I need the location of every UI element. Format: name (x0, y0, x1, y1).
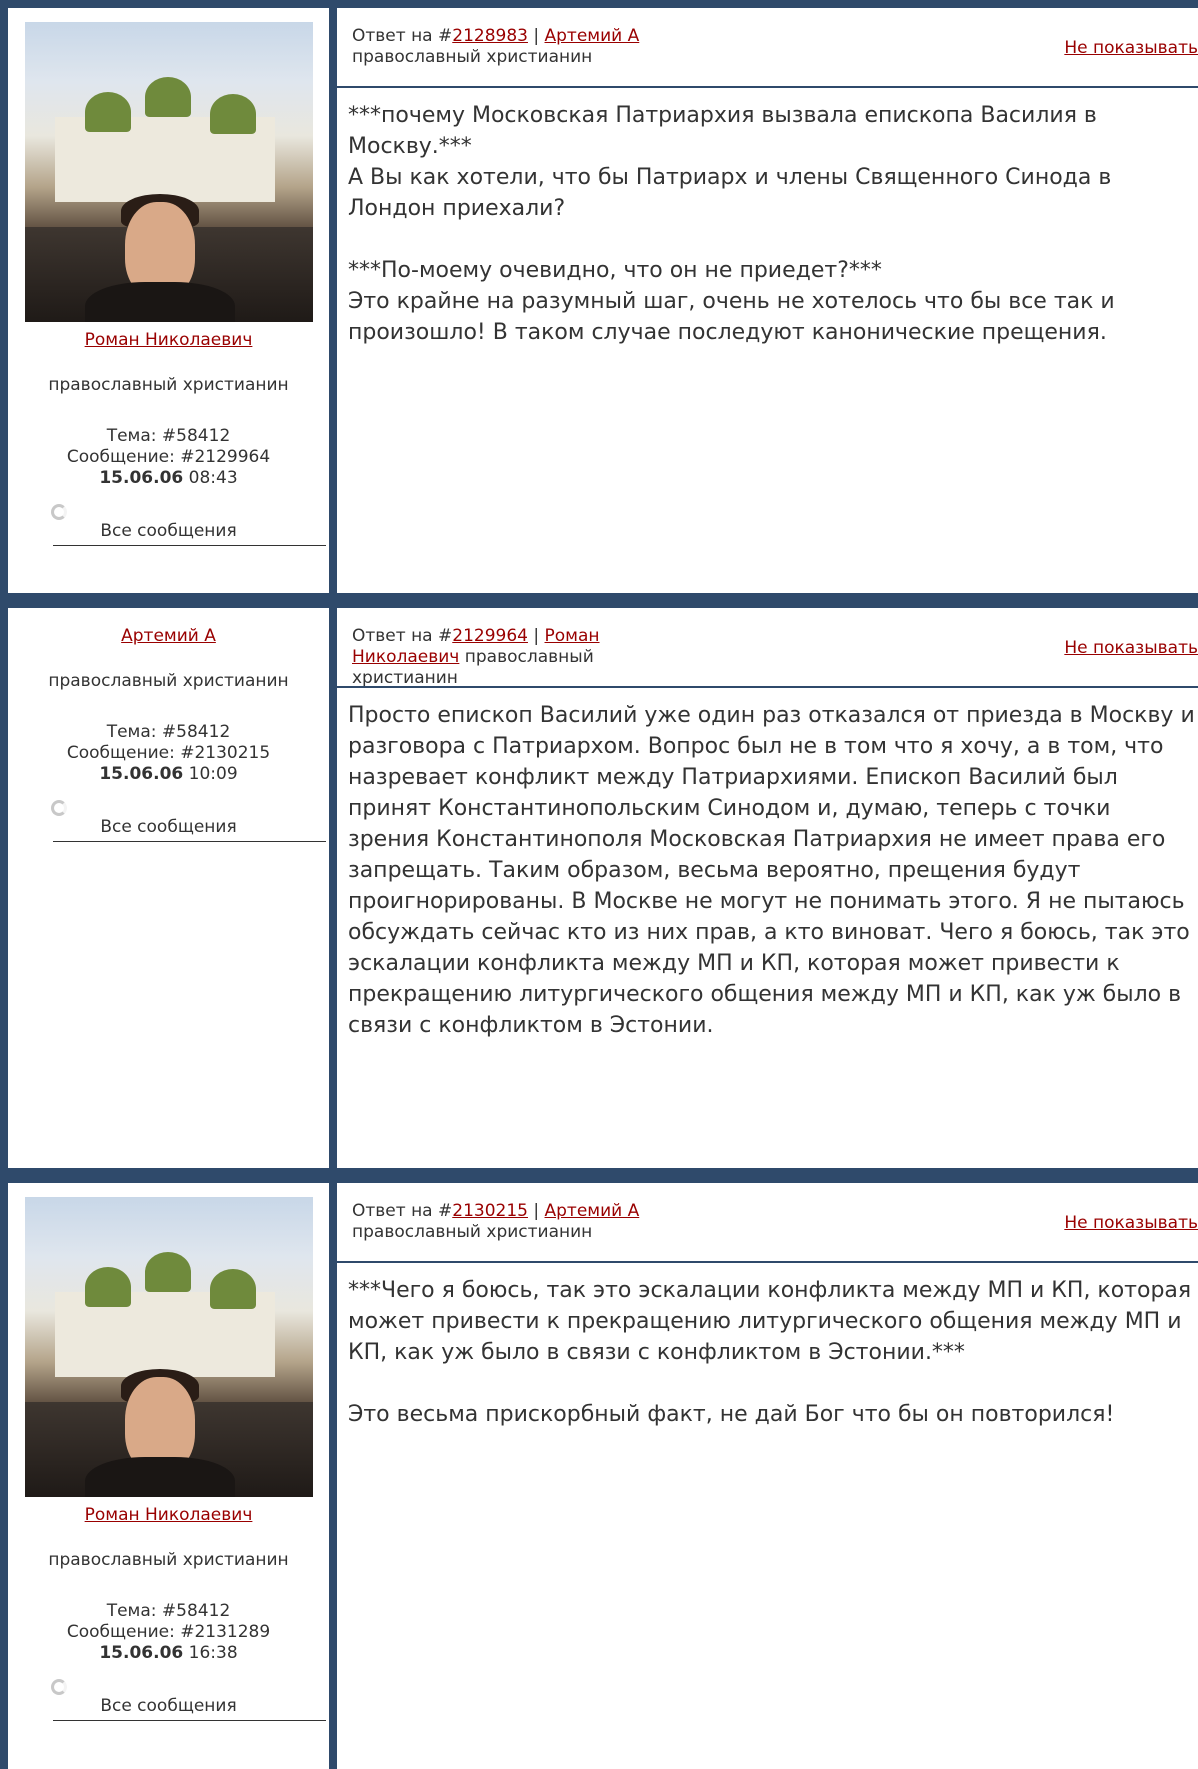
post-content-panel: Ответ на #2130215 | Артемий А православн… (337, 1183, 1198, 1769)
message-id: Сообщение: #2129964 (66, 447, 271, 467)
reply-post-link[interactable]: 2128983 (452, 26, 528, 46)
topic-id: Тема: #58412 (106, 426, 231, 446)
post-content-panel: Ответ на #2128983 | Артемий А православн… (337, 8, 1198, 593)
loading-spinner-icon (51, 504, 67, 520)
post-body: ***Чего я боюсь, так это эскалации конфл… (348, 1278, 1192, 1427)
reply-info: Ответ на #2128983 | Артемий А православн… (352, 26, 640, 67)
hide-post-link[interactable]: Не показывать (1064, 1213, 1198, 1234)
forum-thread: Роман Николаевич православный христианин… (0, 0, 1198, 1769)
reply-info: Ответ на #2129964 | Роман Николаевич пра… (352, 626, 600, 688)
post-datetime: 15.06.06 16:38 (99, 1643, 238, 1663)
topic-id: Тема: #58412 (106, 1601, 231, 1621)
reply-author-link[interactable]: Артемий А (545, 26, 640, 46)
hide-post-link[interactable]: Не показывать (1064, 638, 1198, 659)
forum-post: Роман Николаевич православный христианин… (8, 1183, 1198, 1769)
post-header: Ответ на #2130215 | Артемий А православн… (337, 1183, 1198, 1261)
hide-post-link[interactable]: Не показывать (1064, 38, 1198, 59)
post-meta: Тема: #58412 Сообщение: #2130215 15.06.0… (8, 722, 329, 785)
reply-post-link[interactable]: 2130215 (452, 1201, 528, 1221)
post-datetime: 15.06.06 10:09 (99, 764, 238, 784)
reply-author-link[interactable]: Артемий А (545, 1201, 640, 1221)
message-id: Сообщение: #2131289 (66, 1622, 271, 1642)
all-messages-link[interactable]: Все сообщения (8, 817, 329, 837)
topic-id: Тема: #58412 (106, 722, 231, 742)
reply-post-link[interactable]: 2129964 (452, 626, 528, 646)
all-messages-link[interactable]: Все сообщения (8, 1696, 329, 1716)
post-body: Просто епископ Василий уже один раз отка… (348, 703, 1195, 1038)
author-role: православный христианин (48, 375, 289, 395)
post-body: ***почему Московская Патриархия вызвала … (348, 103, 1115, 345)
author-name-link[interactable]: Роман Николаевич (85, 330, 253, 350)
post-author-panel: Артемий А православный христианин Тема: … (8, 608, 329, 1168)
message-id: Сообщение: #2130215 (66, 743, 271, 763)
reply-info: Ответ на #2130215 | Артемий А православн… (352, 1201, 640, 1242)
author-role: православный христианин (48, 1550, 289, 1570)
post-header: Ответ на #2128983 | Артемий А православн… (337, 8, 1198, 86)
post-datetime: 15.06.06 08:43 (99, 468, 238, 488)
author-avatar[interactable] (25, 22, 313, 322)
forum-post: Артемий А православный христианин Тема: … (8, 608, 1198, 1168)
post-author-panel: Роман Николаевич православный христианин… (8, 1183, 329, 1769)
loading-spinner-icon (51, 800, 67, 816)
all-messages-link[interactable]: Все сообщения (8, 521, 329, 541)
post-header: Ответ на #2129964 | Роман Николаевич пра… (337, 608, 1198, 688)
post-author-panel: Роман Николаевич православный христианин… (8, 8, 329, 593)
post-meta: Тема: #58412 Сообщение: #2129964 15.06.0… (8, 426, 329, 489)
author-name-link[interactable]: Артемий А (121, 626, 216, 646)
author-name-link[interactable]: Роман Николаевич (85, 1505, 253, 1525)
author-avatar[interactable] (25, 1197, 313, 1497)
post-meta: Тема: #58412 Сообщение: #2131289 15.06.0… (8, 1601, 329, 1664)
loading-spinner-icon (51, 1679, 67, 1695)
author-role: православный христианин (48, 671, 289, 691)
post-content-panel: Ответ на #2129964 | Роман Николаевич пра… (337, 608, 1198, 1168)
forum-post: Роман Николаевич православный христианин… (8, 8, 1198, 593)
